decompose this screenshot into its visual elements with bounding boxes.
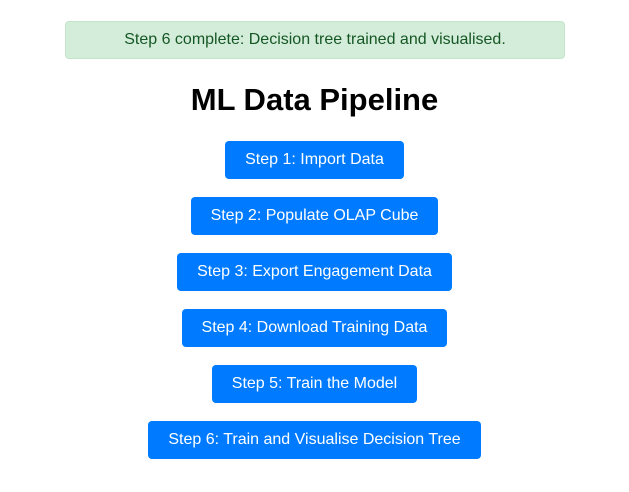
step-5-train-model-button[interactable]: Step 5: Train the Model [211, 365, 418, 403]
step-1-import-data-button[interactable]: Step 1: Import Data [225, 141, 404, 179]
step-2-populate-olap-cube-button[interactable]: Step 2: Populate OLAP Cube [190, 197, 439, 235]
success-alert: Step 6 complete: Decision tree trained a… [65, 21, 565, 59]
page: Step 6 complete: Decision tree trained a… [0, 0, 629, 492]
step-6-train-visualise-decision-tree-button[interactable]: Step 6: Train and Visualise Decision Tre… [148, 421, 481, 459]
step-3-export-engagement-data-button[interactable]: Step 3: Export Engagement Data [177, 253, 452, 291]
alert-message: Step 6 complete: Decision tree trained a… [124, 31, 506, 48]
pipeline-steps: Step 1: Import Data Step 2: Populate OLA… [0, 141, 629, 477]
step-4-download-training-data-button[interactable]: Step 4: Download Training Data [181, 309, 448, 347]
page-title: ML Data Pipeline [190, 82, 439, 117]
